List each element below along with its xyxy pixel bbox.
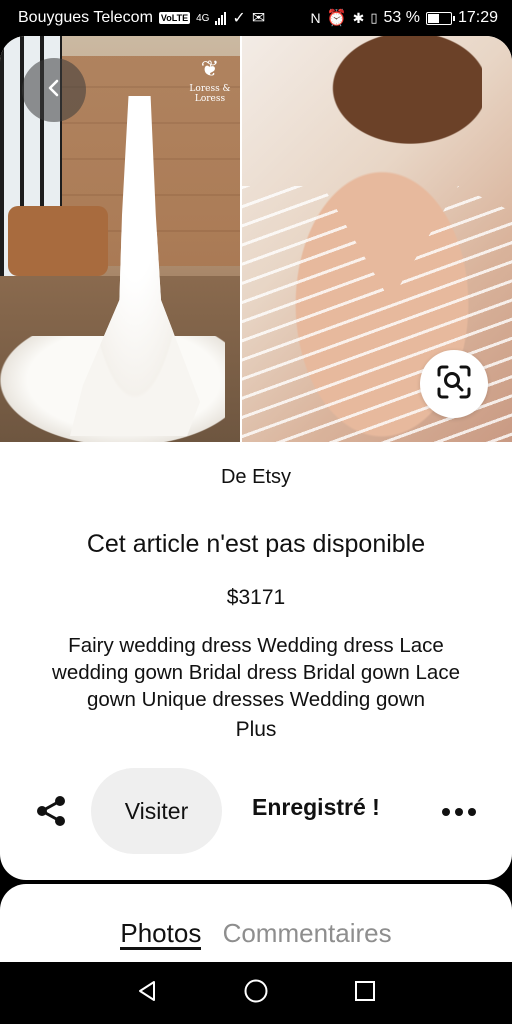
share-button[interactable]: [26, 788, 76, 838]
pin-description: Fairy wedding dress Wedding dress Lace w…: [52, 634, 460, 711]
saved-button[interactable]: Enregistré !: [252, 794, 380, 821]
vibrate-icon: ▯: [370, 10, 378, 25]
source-prefix: De: [220, 466, 247, 488]
chevron-left-icon: [43, 77, 65, 104]
system-nav-bar: [0, 962, 512, 1024]
nav-recents-button[interactable]: [350, 978, 380, 1008]
nav-back-icon: [135, 979, 159, 1008]
battery-percent: 53 %: [383, 9, 420, 26]
tab-comments[interactable]: Commentaires: [223, 918, 392, 949]
nfc-icon: N: [310, 10, 321, 26]
nav-recents-icon: [353, 979, 377, 1008]
tab-bar: Photos Commentaires: [0, 918, 512, 950]
brand-logo: ❦ Loress & Loress: [189, 57, 231, 104]
status-bar: Bouygues Telecom VoLTE 4G ✓ ✉ N ⏰ ✱ ▯ 53…: [0, 0, 512, 36]
nav-home-icon: [243, 978, 269, 1009]
back-button[interactable]: [22, 58, 86, 122]
share-icon: [34, 794, 68, 833]
pin-card: ❦ Loress & Loress De Etsy Cet article n'…: [0, 36, 512, 880]
pin-image[interactable]: ❦ Loress & Loress: [0, 36, 512, 442]
pin-price: $3171: [226, 586, 286, 609]
pin-title: Cet article n'est pas disponible: [86, 530, 426, 558]
more-dots-icon: [442, 808, 450, 816]
clock: 17:29: [457, 9, 498, 26]
carrier-name: Bouygues Telecom: [18, 9, 153, 26]
mail-icon: ✉: [251, 10, 266, 27]
alarm-icon: ⏰: [326, 10, 347, 27]
bluetooth-icon: ✱: [352, 9, 365, 26]
source-name[interactable]: Etsy: [252, 466, 291, 488]
nav-home-button[interactable]: [241, 978, 271, 1008]
battery-icon: [425, 11, 455, 25]
visual-search-button[interactable]: [420, 350, 488, 418]
tab-photos[interactable]: Photos: [120, 919, 202, 950]
check-icon: ✓: [232, 10, 246, 27]
nav-back-button[interactable]: [132, 978, 162, 1008]
network-type: 4G: [196, 12, 210, 24]
more-options-button[interactable]: [434, 794, 484, 830]
bottom-sheet: Photos Commentaires: [0, 884, 512, 974]
signal-icon: [215, 11, 227, 25]
visual-search-icon: [436, 364, 472, 405]
action-bar: Visiter Enregistré !: [0, 768, 512, 854]
pin-source[interactable]: De Etsy: [0, 466, 512, 489]
visit-button[interactable]: Visiter: [91, 768, 222, 854]
more-link[interactable]: Plus: [0, 718, 512, 742]
volte-badge: VoLTE: [158, 12, 191, 24]
